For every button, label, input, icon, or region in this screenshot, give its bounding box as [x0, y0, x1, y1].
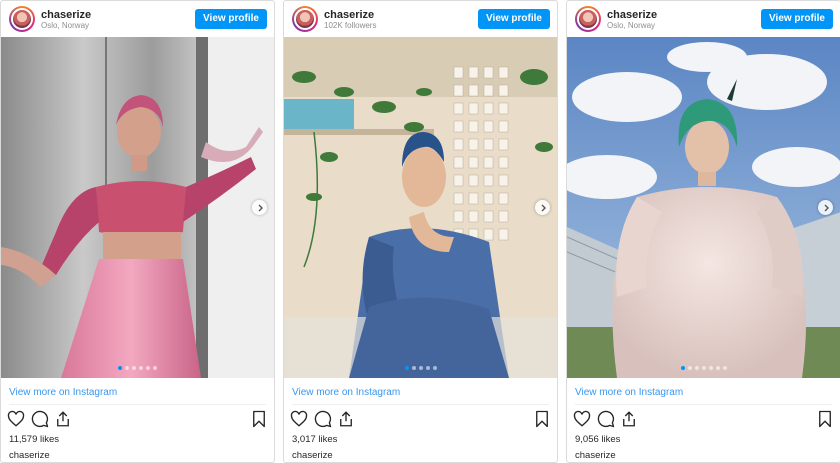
action-bar [1, 410, 274, 432]
post-photo[interactable] [1, 37, 274, 378]
view-more-link[interactable]: View more on Instagram [292, 387, 400, 398]
bookmark-icon[interactable] [250, 410, 268, 428]
post-image [1, 37, 274, 378]
next-photo-button[interactable] [818, 200, 833, 215]
share-icon[interactable] [620, 410, 638, 428]
share-icon[interactable] [54, 410, 72, 428]
avatar[interactable] [292, 6, 318, 32]
likes-count: 3,017 likes [292, 434, 338, 445]
carousel-dots [1, 366, 274, 370]
action-bar [567, 410, 840, 432]
heart-icon[interactable] [573, 410, 591, 428]
followers-label: 102K followers [324, 21, 377, 30]
likes-count: 11,579 likes [9, 434, 59, 445]
post-header: chaserize 102K followers View profile [284, 1, 557, 37]
action-bar [284, 410, 557, 432]
post-image [284, 37, 557, 378]
carousel-dots [284, 366, 557, 370]
carousel-dot [432, 366, 437, 370]
location-label: Oslo, Norway [607, 21, 656, 30]
bookmark-icon[interactable] [816, 410, 834, 428]
carousel-dot [680, 366, 685, 370]
divider [9, 404, 266, 405]
post-header: chaserize Oslo, Norway View profile [1, 1, 274, 37]
comment-icon[interactable] [597, 410, 615, 428]
caption-username[interactable]: chaserize [9, 450, 50, 461]
view-profile-button[interactable]: View profile [195, 9, 267, 29]
avatar[interactable] [9, 6, 35, 32]
divider [292, 404, 549, 405]
view-profile-button[interactable]: View profile [761, 9, 833, 29]
chevron-right-icon [258, 204, 263, 211]
carousel-dot [139, 366, 143, 370]
carousel-dot [687, 366, 692, 370]
carousel-dot [132, 366, 136, 370]
heart-icon[interactable] [290, 410, 308, 428]
caption-username[interactable]: chaserize [292, 450, 333, 461]
likes-count: 9,056 likes [575, 434, 621, 445]
carousel-dot [404, 366, 409, 370]
share-icon[interactable] [337, 410, 355, 428]
bookmark-icon[interactable] [533, 410, 551, 428]
avatar[interactable] [575, 6, 601, 32]
view-more-link[interactable]: View more on Instagram [9, 387, 117, 398]
carousel-dot [701, 366, 706, 370]
chevron-right-icon [541, 204, 546, 211]
location-label: Oslo, Norway [41, 21, 90, 30]
heart-icon[interactable] [7, 410, 25, 428]
caption-username[interactable]: chaserize [575, 450, 616, 461]
carousel-dot [722, 366, 727, 370]
carousel-dot [418, 366, 423, 370]
carousel-dot [118, 366, 122, 370]
comment-icon[interactable] [314, 410, 332, 428]
carousel-dot [708, 366, 713, 370]
comment-icon[interactable] [31, 410, 49, 428]
view-profile-button[interactable]: View profile [478, 9, 550, 29]
next-photo-button[interactable] [535, 200, 550, 215]
next-photo-button[interactable] [252, 200, 267, 215]
carousel-dot [125, 366, 129, 370]
instagram-embed-card: chaserize Oslo, Norway View profile View… [566, 0, 840, 463]
instagram-embed-card: chaserize Oslo, Norway View profile View… [0, 0, 275, 463]
instagram-embed-card: chaserize 102K followers View profile Vi… [283, 0, 558, 463]
carousel-dot [715, 366, 720, 370]
view-more-link[interactable]: View more on Instagram [575, 387, 683, 398]
carousel-dot [425, 366, 430, 370]
post-image [567, 37, 840, 378]
carousel-dot [153, 366, 157, 370]
username[interactable]: chaserize [324, 9, 374, 21]
divider [575, 404, 832, 405]
username[interactable]: chaserize [607, 9, 657, 21]
carousel-dot [411, 366, 416, 370]
chevron-right-icon [824, 204, 829, 211]
carousel-dot [146, 366, 150, 370]
carousel-dot [694, 366, 699, 370]
carousel-dots [567, 366, 840, 370]
post-photo[interactable] [567, 37, 840, 378]
post-photo[interactable] [284, 37, 557, 378]
post-header: chaserize Oslo, Norway View profile [567, 1, 840, 37]
username[interactable]: chaserize [41, 9, 91, 21]
